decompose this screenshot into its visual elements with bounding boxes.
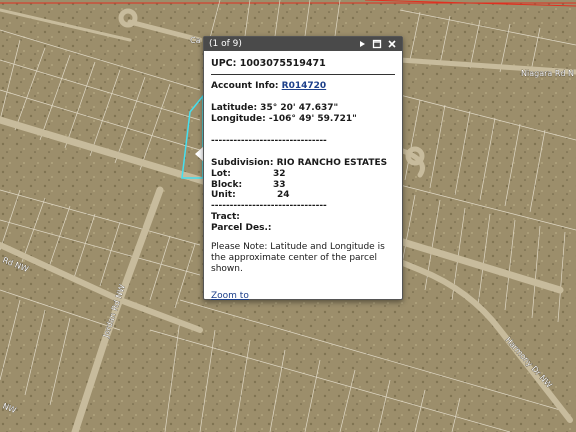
popup-counter: (1 of 9) <box>209 39 242 49</box>
unit-value: 24 <box>277 190 290 200</box>
road-label-niagara: Niagara Rd N <box>521 69 574 78</box>
subdivision: Subdivision: RIO RANCHO ESTATES <box>211 158 388 168</box>
parcel-des-label: Parcel Des.: <box>211 222 272 233</box>
account-info: Account Info: R014720 <box>211 81 395 92</box>
block-row: Block: 33 <box>211 180 395 191</box>
zoom-to-link[interactable]: Zoom to <box>211 291 249 301</box>
latitude: Latitude: 35° 20' 47.637" <box>211 103 339 113</box>
block-label: Block: <box>211 179 243 190</box>
close-icon[interactable] <box>387 39 397 49</box>
next-icon[interactable] <box>357 39 367 49</box>
popup-header: (1 of 9) <box>204 37 402 51</box>
maximize-icon[interactable] <box>372 39 382 49</box>
lot-label: Lot: <box>211 169 231 179</box>
unit-row: Unit: 24 <box>211 190 395 201</box>
lot-value: 32 <box>273 169 286 179</box>
tract-label: Tract: <box>211 211 240 222</box>
lot-row: Lot: 32 <box>211 169 395 180</box>
note-text: Please Note: Latitude and Longitude is t… <box>211 241 385 274</box>
upc-label: UPC: 1003075519471 <box>211 58 395 75</box>
account-info-label: Account Info: <box>211 81 279 91</box>
separator-2: ------------------------------- <box>211 200 327 211</box>
separator-1: ------------------------------- <box>211 136 327 146</box>
account-link[interactable]: R014720 <box>282 81 327 91</box>
longitude: Longitude: -106° 49' 59.721" <box>211 114 357 124</box>
unit-label: Unit: <box>211 190 236 200</box>
block-value: 33 <box>273 179 286 190</box>
parcel-info-popup: (1 of 9) UPC: 1003075519471 Account Info… <box>203 36 403 301</box>
popup-body: UPC: 1003075519471 Account Info: R014720… <box>204 51 402 301</box>
road-label-ca: Ca <box>190 36 201 45</box>
